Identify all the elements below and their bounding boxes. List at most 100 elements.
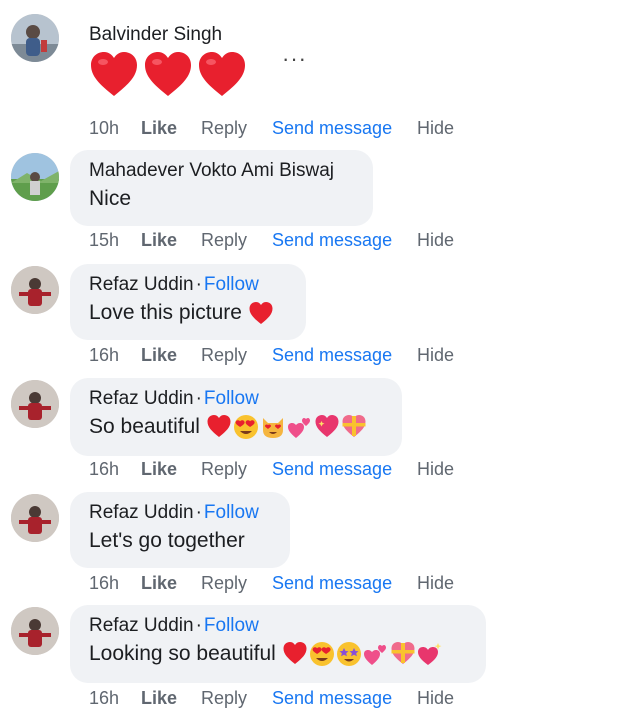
emoji-row bbox=[206, 414, 367, 440]
like-button[interactable]: Like bbox=[141, 230, 201, 251]
comment-actions: 16h Like Reply Send message Hide bbox=[89, 345, 454, 366]
comment-text: Nice bbox=[89, 187, 132, 210]
comment-timestamp[interactable]: 16h bbox=[89, 573, 141, 594]
follow-link[interactable]: Follow bbox=[204, 502, 259, 523]
comment-timestamp[interactable]: 16h bbox=[89, 345, 141, 366]
like-button[interactable]: Like bbox=[141, 345, 201, 366]
hide-button[interactable]: Hide bbox=[417, 118, 454, 139]
send-message-button[interactable]: Send message bbox=[272, 118, 417, 139]
reply-button[interactable]: Reply bbox=[201, 459, 272, 480]
send-message-button[interactable]: Send message bbox=[272, 230, 417, 251]
comment-bubble: Refaz Uddin · Follow Let's go together bbox=[70, 492, 290, 568]
comment-actions: 16h Like Reply Send message Hide bbox=[89, 688, 454, 709]
avatar[interactable] bbox=[11, 14, 59, 62]
separator: · bbox=[195, 274, 202, 295]
follow-link[interactable]: Follow bbox=[204, 274, 259, 295]
hide-button[interactable]: Hide bbox=[417, 688, 454, 709]
comment-text-content: Love this picture bbox=[89, 301, 242, 324]
avatar[interactable] bbox=[11, 494, 59, 542]
sparkling-heart-icon bbox=[315, 415, 339, 437]
reply-button[interactable]: Reply bbox=[201, 118, 272, 139]
comment-timestamp[interactable]: 16h bbox=[89, 459, 141, 480]
comment-bubble: Refaz Uddin · Follow Looking so beautiful bbox=[70, 605, 486, 683]
comment-text: So beautiful bbox=[89, 412, 384, 442]
reply-button[interactable]: Reply bbox=[201, 345, 272, 366]
send-message-button[interactable]: Send message bbox=[272, 688, 417, 709]
more-options-icon[interactable]: ··· bbox=[282, 46, 307, 72]
comment-text: Love this picture bbox=[89, 298, 288, 328]
red-heart-icon bbox=[91, 52, 137, 96]
two-hearts-icon bbox=[287, 418, 310, 438]
author-name[interactable]: Refaz Uddin bbox=[89, 502, 194, 523]
send-message-button[interactable]: Send message bbox=[272, 345, 417, 366]
avatar-photo-icon bbox=[11, 607, 59, 655]
avatar[interactable] bbox=[11, 380, 59, 428]
avatar-photo-icon bbox=[11, 380, 59, 428]
avatar[interactable] bbox=[11, 266, 59, 314]
comment-timestamp[interactable]: 10h bbox=[89, 118, 141, 139]
heart-eyes-cat-icon bbox=[262, 418, 283, 438]
comment-actions: 16h Like Reply Send message Hide bbox=[89, 459, 454, 480]
red-heart-icon bbox=[283, 642, 307, 664]
like-button[interactable]: Like bbox=[141, 118, 201, 139]
comment-actions: 15h Like Reply Send message Hide bbox=[89, 230, 454, 251]
comment-author[interactable]: Balvinder Singh bbox=[89, 22, 247, 48]
comment-text-content: Looking so beautiful bbox=[89, 642, 276, 665]
avatar-photo-icon bbox=[11, 266, 59, 314]
like-button[interactable]: Like bbox=[141, 573, 201, 594]
comment-bubble: Mahadever Vokto Ami Biswaj Nice bbox=[70, 150, 373, 226]
separator: · bbox=[195, 388, 202, 409]
author-name[interactable]: Refaz Uddin bbox=[89, 388, 194, 409]
comment-bubble: Refaz Uddin · Follow Love this picture bbox=[70, 264, 306, 340]
comment-text: Let's go together bbox=[89, 529, 245, 552]
like-button[interactable]: Like bbox=[141, 688, 201, 709]
comment-actions: 16h Like Reply Send message Hide bbox=[89, 573, 454, 594]
red-heart-icon bbox=[199, 52, 245, 96]
star-struck-face-icon bbox=[336, 642, 361, 666]
two-hearts-icon bbox=[363, 645, 386, 665]
red-heart-icon bbox=[145, 52, 191, 96]
separator: · bbox=[195, 615, 202, 636]
emoji-row bbox=[89, 50, 247, 98]
avatar[interactable] bbox=[11, 153, 59, 201]
separator: · bbox=[195, 502, 202, 523]
comment-body: Balvinder Singh bbox=[70, 22, 247, 98]
comment-text-content: So beautiful bbox=[89, 415, 200, 438]
hide-button[interactable]: Hide bbox=[417, 573, 454, 594]
hide-button[interactable]: Hide bbox=[417, 345, 454, 366]
heart-with-ribbon-icon bbox=[391, 642, 415, 664]
reply-button[interactable]: Reply bbox=[201, 230, 272, 251]
follow-link[interactable]: Follow bbox=[204, 388, 259, 409]
red-heart-icon bbox=[207, 415, 231, 437]
author-name[interactable]: Refaz Uddin bbox=[89, 274, 194, 295]
sparkling-heart-icon bbox=[417, 643, 442, 665]
comment-bubble: Refaz Uddin · Follow So beautiful bbox=[70, 378, 402, 456]
send-message-button[interactable]: Send message bbox=[272, 573, 417, 594]
emoji-row bbox=[282, 641, 443, 667]
reply-button[interactable]: Reply bbox=[201, 688, 272, 709]
follow-link[interactable]: Follow bbox=[204, 615, 259, 636]
comment-timestamp[interactable]: 15h bbox=[89, 230, 141, 251]
comment-author[interactable]: Refaz Uddin · Follow bbox=[89, 613, 468, 639]
red-heart-icon bbox=[249, 302, 273, 324]
like-button[interactable]: Like bbox=[141, 459, 201, 480]
avatar[interactable] bbox=[11, 607, 59, 655]
comment-author[interactable]: Refaz Uddin · Follow bbox=[89, 500, 272, 526]
comment-actions: 10h Like Reply Send message Hide bbox=[89, 118, 454, 139]
avatar-photo-icon bbox=[11, 494, 59, 542]
reply-button[interactable]: Reply bbox=[201, 573, 272, 594]
heart-eyes-face-icon bbox=[233, 415, 258, 439]
send-message-button[interactable]: Send message bbox=[272, 459, 417, 480]
comment-author[interactable]: Mahadever Vokto Ami Biswaj bbox=[89, 158, 355, 184]
avatar-photo-icon bbox=[11, 153, 59, 201]
comment-timestamp[interactable]: 16h bbox=[89, 688, 141, 709]
comment-author[interactable]: Refaz Uddin · Follow bbox=[89, 386, 384, 412]
hide-button[interactable]: Hide bbox=[417, 230, 454, 251]
avatar-photo-icon bbox=[11, 14, 59, 62]
comment-text: Looking so beautiful bbox=[89, 639, 468, 669]
author-name[interactable]: Refaz Uddin bbox=[89, 615, 194, 636]
hide-button[interactable]: Hide bbox=[417, 459, 454, 480]
heart-eyes-face-icon bbox=[309, 642, 334, 666]
comment-author[interactable]: Refaz Uddin · Follow bbox=[89, 272, 288, 298]
heart-with-ribbon-icon bbox=[342, 415, 366, 437]
